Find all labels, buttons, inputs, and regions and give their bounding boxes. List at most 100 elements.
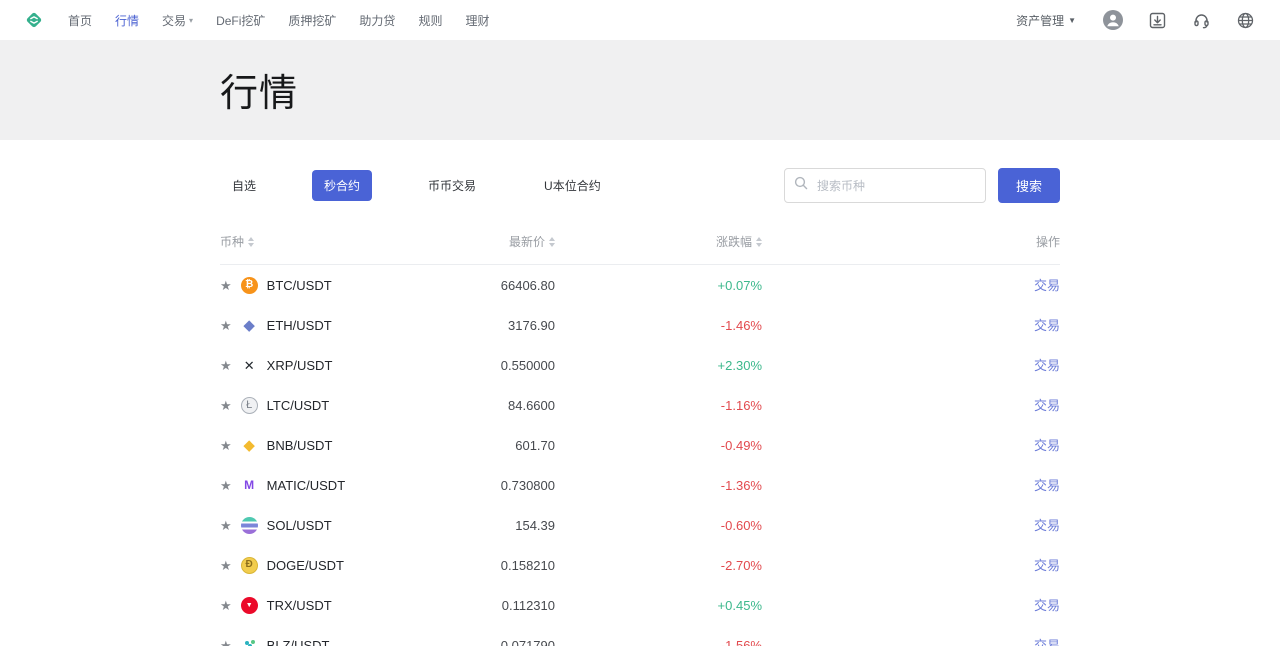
trade-link[interactable]: 交易 xyxy=(1034,358,1060,373)
nav-item-1[interactable]: 行情 ▾ xyxy=(115,12,139,29)
favorite-star-icon[interactable]: ★ xyxy=(220,439,232,452)
asset-management-menu[interactable]: 资产管理 ▼ xyxy=(1016,12,1076,29)
table-row: ★ BNB/USDT 601.70 -0.49% 交易 xyxy=(220,425,1060,465)
search-input[interactable] xyxy=(784,168,986,203)
trade-link[interactable]: 交易 xyxy=(1034,598,1060,613)
main-content: 自选 秒合约 币币交易 U本位合约 搜索 币种 最新价 涨跌幅 xyxy=(220,168,1060,646)
pair-symbol: XRP/USDT xyxy=(267,358,333,373)
trade-link[interactable]: 交易 xyxy=(1034,638,1060,646)
trade-link[interactable]: 交易 xyxy=(1034,278,1060,293)
table-row: ★ ETH/USDT 3176.90 -1.46% 交易 xyxy=(220,305,1060,345)
nav-item-7[interactable]: 理财 ▾ xyxy=(465,12,489,29)
nav-item-5[interactable]: 助力贷 ▾ xyxy=(359,12,395,29)
change-percent: -1.36% xyxy=(555,478,762,493)
page-title: 行情 xyxy=(220,62,1060,117)
table-row: ★ TRX/USDT 0.112310 +0.45% 交易 xyxy=(220,585,1060,625)
nav-item-3[interactable]: DeFi挖矿 ▾ xyxy=(216,12,265,29)
coin-header-label: 币种 xyxy=(220,233,244,250)
pair-symbol: LTC/USDT xyxy=(267,398,330,413)
tab-2[interactable]: 币币交易 xyxy=(416,170,488,201)
favorite-star-icon[interactable]: ★ xyxy=(220,599,232,612)
blz-icon xyxy=(241,637,258,646)
avatar-icon[interactable] xyxy=(1102,9,1124,31)
action-header-label: 操作 xyxy=(1036,233,1060,250)
hero-banner: 行情 xyxy=(0,40,1280,140)
support-headset-icon[interactable] xyxy=(1190,9,1212,31)
search-icon xyxy=(794,176,808,190)
table-row: ★ BLZ/USDT 0.071790 -1.56% 交易 xyxy=(220,625,1060,646)
pair-symbol: SOL/USDT xyxy=(267,518,332,533)
change-percent: -0.60% xyxy=(555,518,762,533)
nav-item-2[interactable]: 交易 ▾ xyxy=(162,12,193,29)
btc-icon xyxy=(241,277,258,294)
matic-icon xyxy=(241,477,258,494)
brand-logo-icon[interactable] xyxy=(24,10,44,30)
change-percent: +2.30% xyxy=(555,358,762,373)
nav-item-6[interactable]: 规则 ▾ xyxy=(418,12,442,29)
search-button[interactable]: 搜索 xyxy=(998,168,1060,203)
sort-header-change[interactable]: 涨跌幅 xyxy=(555,233,762,250)
pair-symbol: MATIC/USDT xyxy=(267,478,345,493)
favorite-star-icon[interactable]: ★ xyxy=(220,359,232,372)
asset-management-label: 资产管理 xyxy=(1016,12,1064,29)
last-price: 66406.80 xyxy=(460,278,555,293)
nav-item-4[interactable]: 质押挖矿 ▾ xyxy=(288,12,336,29)
change-percent: -1.16% xyxy=(555,398,762,413)
last-price: 0.071790 xyxy=(460,638,555,646)
last-price: 154.39 xyxy=(460,518,555,533)
tab-1[interactable]: 秒合约 xyxy=(312,170,372,201)
tab-3[interactable]: U本位合约 xyxy=(532,170,613,201)
last-price: 0.112310 xyxy=(460,598,555,613)
table-header: 币种 最新价 涨跌幅 操作 xyxy=(220,233,1060,265)
ltc-icon xyxy=(241,397,258,414)
favorite-star-icon[interactable]: ★ xyxy=(220,479,232,492)
favorite-star-icon[interactable]: ★ xyxy=(220,559,232,572)
top-navbar: 首页 ▾ 行情 ▾ 交易 ▾ DeFi挖矿 ▾ 质押挖矿 ▾ 助力贷 ▾ 规则 … xyxy=(0,0,1280,40)
favorite-star-icon[interactable]: ★ xyxy=(220,399,232,412)
favorite-star-icon[interactable]: ★ xyxy=(220,639,232,646)
trade-link[interactable]: 交易 xyxy=(1034,518,1060,533)
change-percent: -1.46% xyxy=(555,318,762,333)
search-area: 搜索 xyxy=(784,168,1060,203)
nav-item-0[interactable]: 首页 ▾ xyxy=(68,12,92,29)
market-tabs: 自选 秒合约 币币交易 U本位合约 xyxy=(220,170,657,201)
pair-symbol: TRX/USDT xyxy=(267,598,332,613)
change-percent: -1.56% xyxy=(555,638,762,646)
market-table-body: ★ BTC/USDT 66406.80 +0.07% 交易 ★ ETH/USDT… xyxy=(220,265,1060,646)
pair-symbol: BNB/USDT xyxy=(267,438,333,453)
change-percent: +0.07% xyxy=(555,278,762,293)
chevron-down-icon: ▼ xyxy=(1068,16,1076,25)
favorite-star-icon[interactable]: ★ xyxy=(220,279,232,292)
sol-icon xyxy=(241,517,258,534)
language-globe-icon[interactable] xyxy=(1234,9,1256,31)
change-percent: +0.45% xyxy=(555,598,762,613)
trade-link[interactable]: 交易 xyxy=(1034,398,1060,413)
sort-header-price[interactable]: 最新价 xyxy=(460,233,555,250)
last-price: 0.730800 xyxy=(460,478,555,493)
table-row: ★ MATIC/USDT 0.730800 -1.36% 交易 xyxy=(220,465,1060,505)
favorite-star-icon[interactable]: ★ xyxy=(220,519,232,532)
download-icon[interactable] xyxy=(1146,9,1168,31)
change-percent: -2.70% xyxy=(555,558,762,573)
last-price: 84.6600 xyxy=(460,398,555,413)
trade-link[interactable]: 交易 xyxy=(1034,318,1060,333)
last-price: 0.550000 xyxy=(460,358,555,373)
trade-link[interactable]: 交易 xyxy=(1034,438,1060,453)
eth-icon xyxy=(241,317,258,334)
last-price: 3176.90 xyxy=(460,318,555,333)
last-price: 0.158210 xyxy=(460,558,555,573)
trade-link[interactable]: 交易 xyxy=(1034,478,1060,493)
navbar-right: 资产管理 ▼ xyxy=(1016,9,1256,31)
last-price: 601.70 xyxy=(460,438,555,453)
sort-header-coin[interactable]: 币种 xyxy=(220,233,460,250)
table-row: ★ LTC/USDT 84.6600 -1.16% 交易 xyxy=(220,385,1060,425)
xrp-icon xyxy=(241,357,258,374)
pair-symbol: DOGE/USDT xyxy=(267,558,344,573)
tab-0[interactable]: 自选 xyxy=(220,170,268,201)
trade-link[interactable]: 交易 xyxy=(1034,558,1060,573)
pair-symbol: ETH/USDT xyxy=(267,318,332,333)
pair-symbol: BLZ/USDT xyxy=(267,638,330,646)
main-nav: 首页 ▾ 行情 ▾ 交易 ▾ DeFi挖矿 ▾ 质押挖矿 ▾ 助力贷 ▾ 规则 … xyxy=(68,12,512,29)
favorite-star-icon[interactable]: ★ xyxy=(220,319,232,332)
table-row: ★ BTC/USDT 66406.80 +0.07% 交易 xyxy=(220,265,1060,305)
